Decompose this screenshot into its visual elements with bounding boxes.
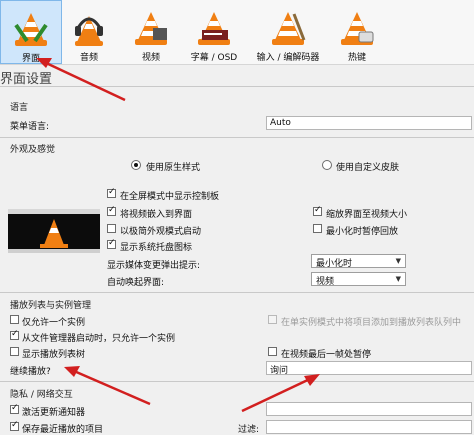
chevron-down-icon: ▼ — [395, 275, 401, 283]
tab-hotkeys[interactable]: 热键 — [326, 0, 388, 64]
arrow-to-resume-label — [73, 369, 151, 406]
tab-audio[interactable]: 音频 — [58, 0, 120, 64]
interface-cone-icon — [14, 13, 48, 46]
auto-raise-value: 视频 — [316, 277, 335, 287]
video-cone-icon — [135, 12, 167, 45]
menu-language-select[interactable]: Auto — [266, 116, 472, 130]
resume-playback-label: 继续播放? — [10, 367, 51, 377]
embed-video-label: 将视频嵌入到界面 — [120, 210, 193, 220]
tab-hotkeys-label: 热键 — [347, 53, 366, 63]
activate-updates-checkbox[interactable] — [10, 403, 19, 414]
systray-icon-label: 显示系统托盘图标 — [120, 243, 193, 253]
pause-minimized-label: 最小化时暂停回放 — [326, 227, 399, 237]
fullscreen-controller-label: 在全屏模式中显示控制板 — [120, 192, 220, 202]
divider-privacy — [0, 381, 474, 382]
tab-interface-label: 界面 — [21, 54, 40, 64]
save-recent-label: 保存最近播放的项目 — [22, 425, 104, 435]
section-playlist: 播放列表与实例管理 — [10, 301, 92, 311]
page-title: 界面设置 — [0, 72, 53, 87]
single-instance-label: 仅允许一个实例 — [22, 318, 86, 328]
arrowhead-resume — [64, 366, 80, 377]
file-manager-single-checkbox[interactable] — [10, 329, 19, 340]
input-codecs-cone-icon — [272, 12, 306, 45]
enqueue-single-label: 在单实例模式中将项目添加到播放列表队列中 — [281, 318, 462, 328]
divider-look — [0, 137, 474, 138]
file-manager-single-label: 从文件管理器启动时，只允许一个实例 — [22, 334, 176, 344]
chevron-down-icon: ▼ — [395, 257, 401, 265]
single-instance-checkbox[interactable] — [10, 315, 19, 324]
pause-minimized-checkbox[interactable] — [313, 224, 322, 233]
tab-subtitles-osd[interactable]: 字幕 / OSD — [180, 0, 248, 64]
tab-audio-label: 音频 — [79, 53, 98, 63]
save-recent-checkbox[interactable] — [10, 420, 19, 431]
embed-video-checkbox[interactable] — [107, 205, 116, 216]
custom-skin-radio[interactable] — [322, 160, 332, 170]
title-divider — [0, 86, 474, 87]
arrow-to-interface-tab — [43, 60, 126, 102]
media-change-popup-value: 最小化时 — [316, 259, 353, 269]
subtitles-cone-icon — [198, 12, 230, 45]
tab-input-codecs[interactable]: 输入 / 编解码器 — [250, 0, 326, 64]
custom-skin-label: 使用自定义皮肤 — [336, 163, 400, 173]
tab-input-codecs-label: 输入 / 编解码器 — [256, 53, 320, 63]
update-interval-field[interactable] — [266, 402, 472, 416]
divider-playlist — [0, 292, 474, 293]
filter-label: 过滤: — [238, 425, 260, 435]
minimal-view-label: 以极简外观模式启动 — [120, 227, 202, 237]
section-privacy: 隐私 / 网络交互 — [10, 390, 73, 400]
tab-subtitles-osd-label: 字幕 / OSD — [190, 53, 238, 63]
minimal-view-checkbox[interactable] — [107, 224, 116, 233]
tab-video[interactable]: 视频 — [120, 0, 182, 64]
show-playlist-tree-label: 显示播放列表树 — [22, 350, 86, 360]
fullscreen-controller-checkbox[interactable] — [107, 187, 116, 198]
section-look-feel: 外观及感觉 — [10, 145, 56, 155]
tab-video-label: 视频 — [141, 53, 160, 63]
arrowhead-resume-select — [304, 374, 320, 386]
media-change-popup-label: 显示媒体变更弹出提示: — [107, 261, 201, 271]
filter-input[interactable] — [266, 420, 472, 434]
hotkeys-cone-icon — [341, 12, 374, 45]
auto-raise-select[interactable]: 视频 ▼ — [311, 272, 406, 287]
resume-playback-select[interactable]: 询问 — [266, 361, 472, 375]
pause-last-frame-checkbox[interactable] — [268, 347, 277, 356]
systray-icon-checkbox[interactable] — [107, 238, 116, 249]
activate-updates-label: 激活更新通知器 — [22, 408, 86, 418]
show-playlist-tree-checkbox[interactable] — [10, 347, 19, 356]
native-style-label: 使用原生样式 — [146, 163, 201, 173]
resize-to-video-checkbox[interactable] — [313, 205, 322, 216]
native-style-radio[interactable] — [131, 160, 141, 170]
pause-last-frame-label: 在视频最后一帧处暂停 — [281, 350, 372, 360]
tab-interface[interactable]: 界面 — [0, 0, 62, 64]
preferences-toolbar: 界面 音频 视频 字幕 / OSD 输入 / 编解码器 热键 — [0, 0, 474, 65]
menu-language-label: 菜单语言: — [10, 122, 50, 132]
video-preview-image — [8, 209, 100, 253]
auto-raise-label: 自动唤起界面: — [107, 278, 165, 288]
media-change-popup-select[interactable]: 最小化时 ▼ — [311, 254, 406, 269]
section-language: 语言 — [10, 103, 29, 113]
enqueue-single-checkbox — [268, 315, 277, 324]
audio-headphones-cone-icon — [75, 16, 103, 46]
resize-to-video-label: 缩放界面至视频大小 — [326, 210, 408, 220]
